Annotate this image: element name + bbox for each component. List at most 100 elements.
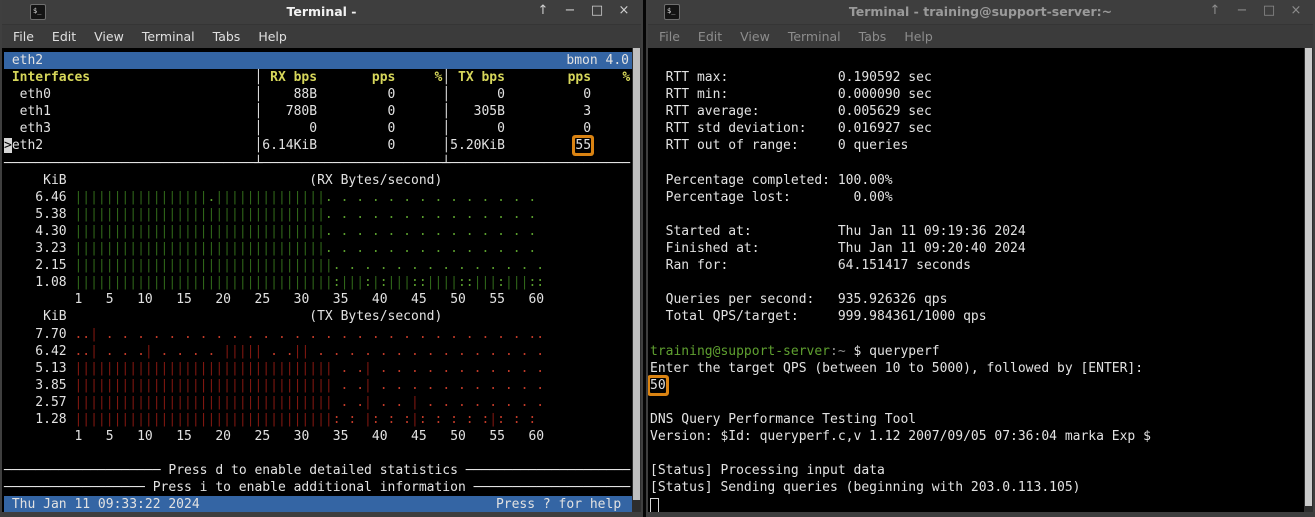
terminal-line: 3.23 ||||||||||||||||||||||||||||||||. .… xyxy=(4,240,632,257)
terminal-text: 30 xyxy=(270,292,309,307)
terminal-text xyxy=(51,104,255,119)
terminal-text: . . xyxy=(333,361,364,376)
terminal-text: (TX Bytes/second) xyxy=(309,309,442,324)
terminal-text: . . . . . . . . . . . . . . xyxy=(325,207,544,222)
terminal-text: | xyxy=(372,275,380,290)
terminal-text: . . . . . . . . . . . . . . . . . . . . … xyxy=(98,327,536,342)
terminal-text: ────────────────── xyxy=(4,480,145,495)
menu-item-view[interactable]: View xyxy=(85,29,133,44)
menu-item-terminal[interactable]: Terminal xyxy=(133,29,204,44)
maximize-button[interactable]: □ xyxy=(590,3,604,18)
terminal-text: 50 xyxy=(427,292,466,307)
terminal-text: ||||||||||||||||| xyxy=(74,190,207,205)
menu-item-tabs[interactable]: Tabs xyxy=(204,29,250,44)
terminal-text: 1.08 xyxy=(4,275,74,290)
terminal-line: 6.46 |||||||||||||||||.||||||||||||||. .… xyxy=(4,189,632,206)
terminal-text: % xyxy=(591,70,630,85)
left-scrollbar[interactable] xyxy=(632,48,641,512)
terminal-text: (RX Bytes/second) xyxy=(309,173,442,188)
right-scrollbar-thumb[interactable] xyxy=(1305,48,1312,506)
terminal-text: || xyxy=(294,344,310,359)
terminal-text: 6.46 xyxy=(4,190,74,205)
terminal-line: Interfaces │ RX bps pps %│ TX bps pps % xyxy=(4,69,632,86)
terminal-line: 4.30 ||||||||||||||||||||||||||||||||. .… xyxy=(4,223,632,240)
terminal-text: |||||||||||||||||||||||||||||||| xyxy=(74,241,324,256)
right-menubar: File Edit View Terminal Tabs Help xyxy=(648,25,1313,48)
terminal-text: pps xyxy=(505,70,591,85)
menu-item-edit[interactable]: Edit xyxy=(43,29,85,44)
terminal-text: . . . . . . . . xyxy=(419,395,544,410)
terminal-line: Total QPS/target: 999.984361/1000 qps xyxy=(650,308,1304,325)
left-window-buttons: ↑ − □ × xyxy=(536,3,631,18)
terminal-text: 10 xyxy=(114,429,153,444)
terminal-text: |||||||||||||||||||||||||||||||| xyxy=(74,207,324,222)
terminal-text xyxy=(43,52,566,69)
bmon-screen[interactable]: eth2bmon 4.0 Interfaces │ RX bps pps %│ … xyxy=(2,48,632,512)
minimize-button[interactable]: − xyxy=(1235,3,1249,18)
menu-item-file[interactable]: File xyxy=(4,29,43,44)
terminal-text: 3 xyxy=(505,104,591,119)
terminal-text: 0 xyxy=(262,121,317,136)
terminal-text: Thu Jan 11 09:20:40 2024 xyxy=(838,241,1026,256)
terminal-text: . . xyxy=(262,344,293,359)
close-button[interactable]: × xyxy=(1289,3,1303,18)
terminal-text: 5.38 xyxy=(4,207,74,222)
rollup-button[interactable]: ↑ xyxy=(1208,3,1222,18)
terminal-line: 6.42 ..| . . .| . . . . ||||| . .|| . . … xyxy=(4,343,632,360)
left-terminal-content[interactable]: eth2bmon 4.0 Interfaces │ RX bps pps %│ … xyxy=(2,48,641,512)
terminal-text: : : : xyxy=(497,412,544,427)
left-scrollbar-thumb[interactable] xyxy=(633,48,640,500)
right-window-buttons: ↑ − □ × xyxy=(1208,3,1303,18)
menu-item-terminal[interactable]: Terminal xyxy=(779,29,850,44)
menu-item-edit[interactable]: Edit xyxy=(689,29,731,44)
terminal-text: 55 xyxy=(466,292,505,307)
terminal-text: │ xyxy=(442,138,450,153)
terminal-text: 0 xyxy=(505,121,591,136)
right-terminal-window: $_ Terminal - training@support-server:~ … xyxy=(646,0,1315,517)
maximize-button[interactable]: □ xyxy=(1262,3,1276,18)
terminal-line xyxy=(650,394,1304,411)
menu-item-view[interactable]: View xyxy=(731,29,779,44)
shell-screen[interactable]: RTT max: 0.190592 sec RTT min: 0.000090 … xyxy=(648,48,1304,512)
terminal-text: 2.15 xyxy=(4,258,74,273)
close-button[interactable]: × xyxy=(617,3,631,18)
terminal-text: 5.20KiB xyxy=(450,138,505,153)
terminal-text: RTT std deviation: xyxy=(650,121,807,136)
terminal-text: |||| xyxy=(427,275,458,290)
left-titlebar[interactable]: $_ Terminal - ↑ − □ × xyxy=(2,0,641,25)
menu-item-help[interactable]: Help xyxy=(249,29,296,44)
terminal-text: ||||||||||||||||||||||||||||||||| xyxy=(74,378,332,393)
terminal-text: 45 xyxy=(388,292,427,307)
terminal-text: 64.151417 seconds xyxy=(838,258,971,273)
terminal-text: 3.23 xyxy=(4,241,74,256)
terminal-text: RTT out of range: xyxy=(650,138,799,153)
right-scrollbar[interactable] xyxy=(1304,48,1313,512)
terminal-text: 0 xyxy=(450,121,505,136)
terminal-text xyxy=(591,138,630,153)
terminal-text: $ queryperf xyxy=(846,344,940,359)
menu-item-help[interactable]: Help xyxy=(895,29,942,44)
terminal-text xyxy=(760,241,838,256)
terminal-text: 2.57 xyxy=(4,395,74,410)
right-terminal-content[interactable]: RTT max: 0.190592 sec RTT min: 0.000090 … xyxy=(648,48,1313,512)
terminal-line: RTT average: 0.005629 sec xyxy=(650,103,1304,120)
terminal-text: | xyxy=(364,361,372,376)
terminal-text: . . . . . . . . . . . . . xyxy=(333,258,537,273)
terminal-text: 6.14KiB xyxy=(262,138,317,153)
menu-item-tabs[interactable]: Tabs xyxy=(850,29,896,44)
menu-item-file[interactable]: File xyxy=(650,29,689,44)
terminal-line: ────────────────── Press i to enable add… xyxy=(4,479,632,496)
terminal-line: 3.85 ||||||||||||||||||||||||||||||||| .… xyxy=(4,377,632,394)
terminal-text: 15 xyxy=(153,292,192,307)
terminal-text xyxy=(43,138,254,153)
terminal-text: Interfaces xyxy=(4,70,90,85)
terminal-text: : : : xyxy=(372,412,411,427)
terminal-line: DNS Query Performance Testing Tool xyxy=(650,411,1304,428)
terminal-text: 3.85 xyxy=(4,378,74,393)
terminal-line: 7.70 ..| . . . . . . . . . . . . . . . .… xyxy=(4,326,632,343)
minimize-button[interactable]: − xyxy=(563,3,577,18)
terminal-line: training@support-server:~ $ queryperf xyxy=(650,343,1304,360)
terminal-text: 20 xyxy=(192,429,231,444)
rollup-button[interactable]: ↑ xyxy=(536,3,550,18)
right-titlebar[interactable]: $_ Terminal - training@support-server:~ … xyxy=(648,0,1313,25)
